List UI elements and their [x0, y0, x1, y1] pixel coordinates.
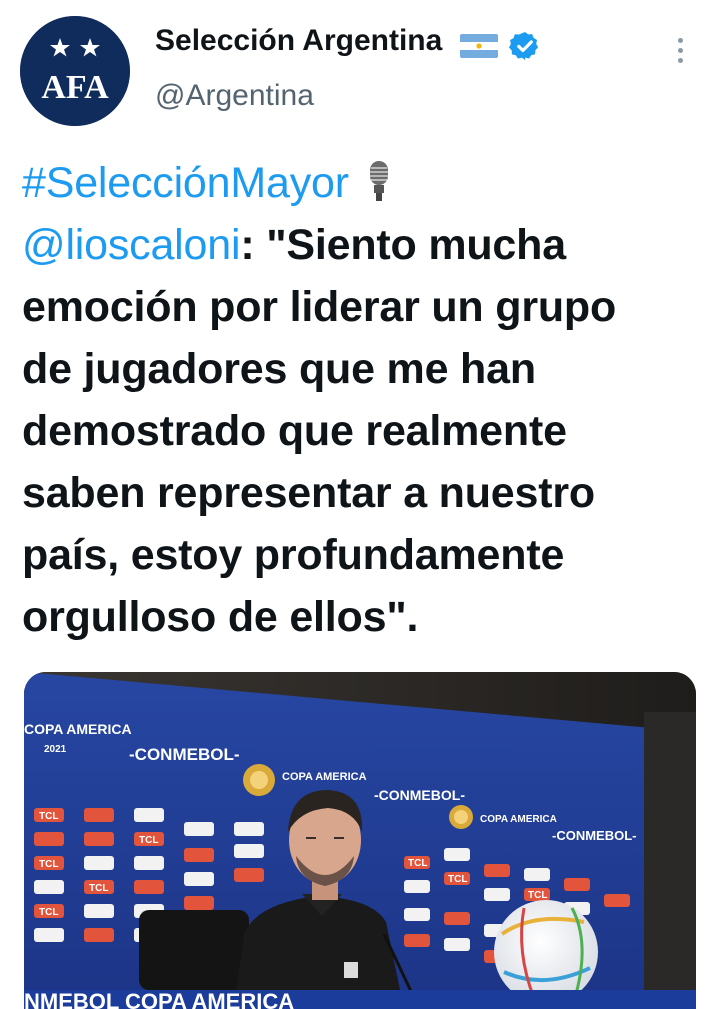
backdrop-copa-america-label: COPA AMERICA: [282, 771, 367, 783]
more-dot: [677, 37, 683, 43]
avatar-text: AFA: [41, 69, 109, 106]
more-options-icon[interactable]: [662, 30, 698, 70]
backdrop-copa-america-label: COPA AMERICA: [480, 814, 557, 825]
sponsor-tcl-label: TCL: [139, 835, 158, 846]
mention-link[interactable]: @lioscaloni: [22, 221, 241, 269]
tweet-text-line: #SelecciónMayor: [22, 152, 702, 214]
desk-banner-label: NMEBOL COPA AMERICA: [24, 989, 294, 1009]
tweet-text-line: de jugadores que me han: [22, 345, 536, 393]
tweet-text-line: emoción por liderar un grupo: [22, 283, 617, 331]
backdrop-conmebol-label: -CONMEBOL-: [129, 745, 239, 764]
tweet-text-line: saben representar a nuestro: [22, 469, 595, 517]
tweet-media-photo[interactable]: COPA AMERICA 2021 -CONMEBOL- COPA AMERIC…: [24, 672, 696, 1009]
soccer-ball: [494, 900, 598, 1004]
sponsor-tcl-label: TCL: [39, 811, 58, 822]
tweet-text: #SelecciónMayor @lioscaloni: "Siento muc…: [22, 152, 702, 648]
afa-logo-icon: AFA: [20, 16, 130, 126]
tweet-text-line: país, estoy profundamente: [22, 531, 565, 579]
chair-back: [139, 910, 249, 990]
microphone-icon: [369, 160, 388, 201]
sponsor-tcl-label: TCL: [408, 858, 427, 869]
backdrop-conmebol-label: -CONMEBOL-: [552, 828, 637, 843]
more-dot: [677, 47, 683, 53]
display-name[interactable]: Selección Argentina: [155, 24, 442, 58]
tweet-text-fragment: : "Siento mucha: [240, 221, 566, 269]
tweet-text-line: @lioscaloni: "Siento mucha: [22, 214, 702, 276]
avatar[interactable]: AFA: [20, 16, 130, 126]
tweet-text-line: orgulloso de ellos".: [22, 593, 419, 641]
sponsor-tcl-label: TCL: [89, 883, 108, 894]
more-dot: [677, 57, 683, 63]
sponsor-tcl-label: TCL: [448, 874, 467, 885]
tweet-header: AFA Selección Argentina @Argentina: [0, 0, 719, 140]
press-conference-photo: COPA AMERICA 2021 -CONMEBOL- COPA AMERIC…: [24, 672, 696, 1009]
argentina-flag-icon: [460, 34, 498, 58]
sponsor-tcl-label: TCL: [528, 890, 547, 901]
backdrop-copa-america-label: COPA AMERICA: [24, 721, 132, 737]
tweet-text-line: demostrado que realmente: [22, 407, 567, 455]
sponsor-tcl-label: TCL: [39, 859, 58, 870]
backdrop-conmebol-label: -CONMEBOL-: [374, 787, 465, 803]
verified-badge-icon: [509, 32, 539, 60]
author-handle[interactable]: @Argentina: [155, 79, 314, 113]
backdrop-year-label: 2021: [44, 744, 67, 755]
hashtag-link[interactable]: #SelecciónMayor: [22, 159, 349, 207]
sponsor-tcl-label: TCL: [39, 907, 58, 918]
tweet-card: AFA Selección Argentina @Argentina #Sele…: [0, 0, 719, 1009]
